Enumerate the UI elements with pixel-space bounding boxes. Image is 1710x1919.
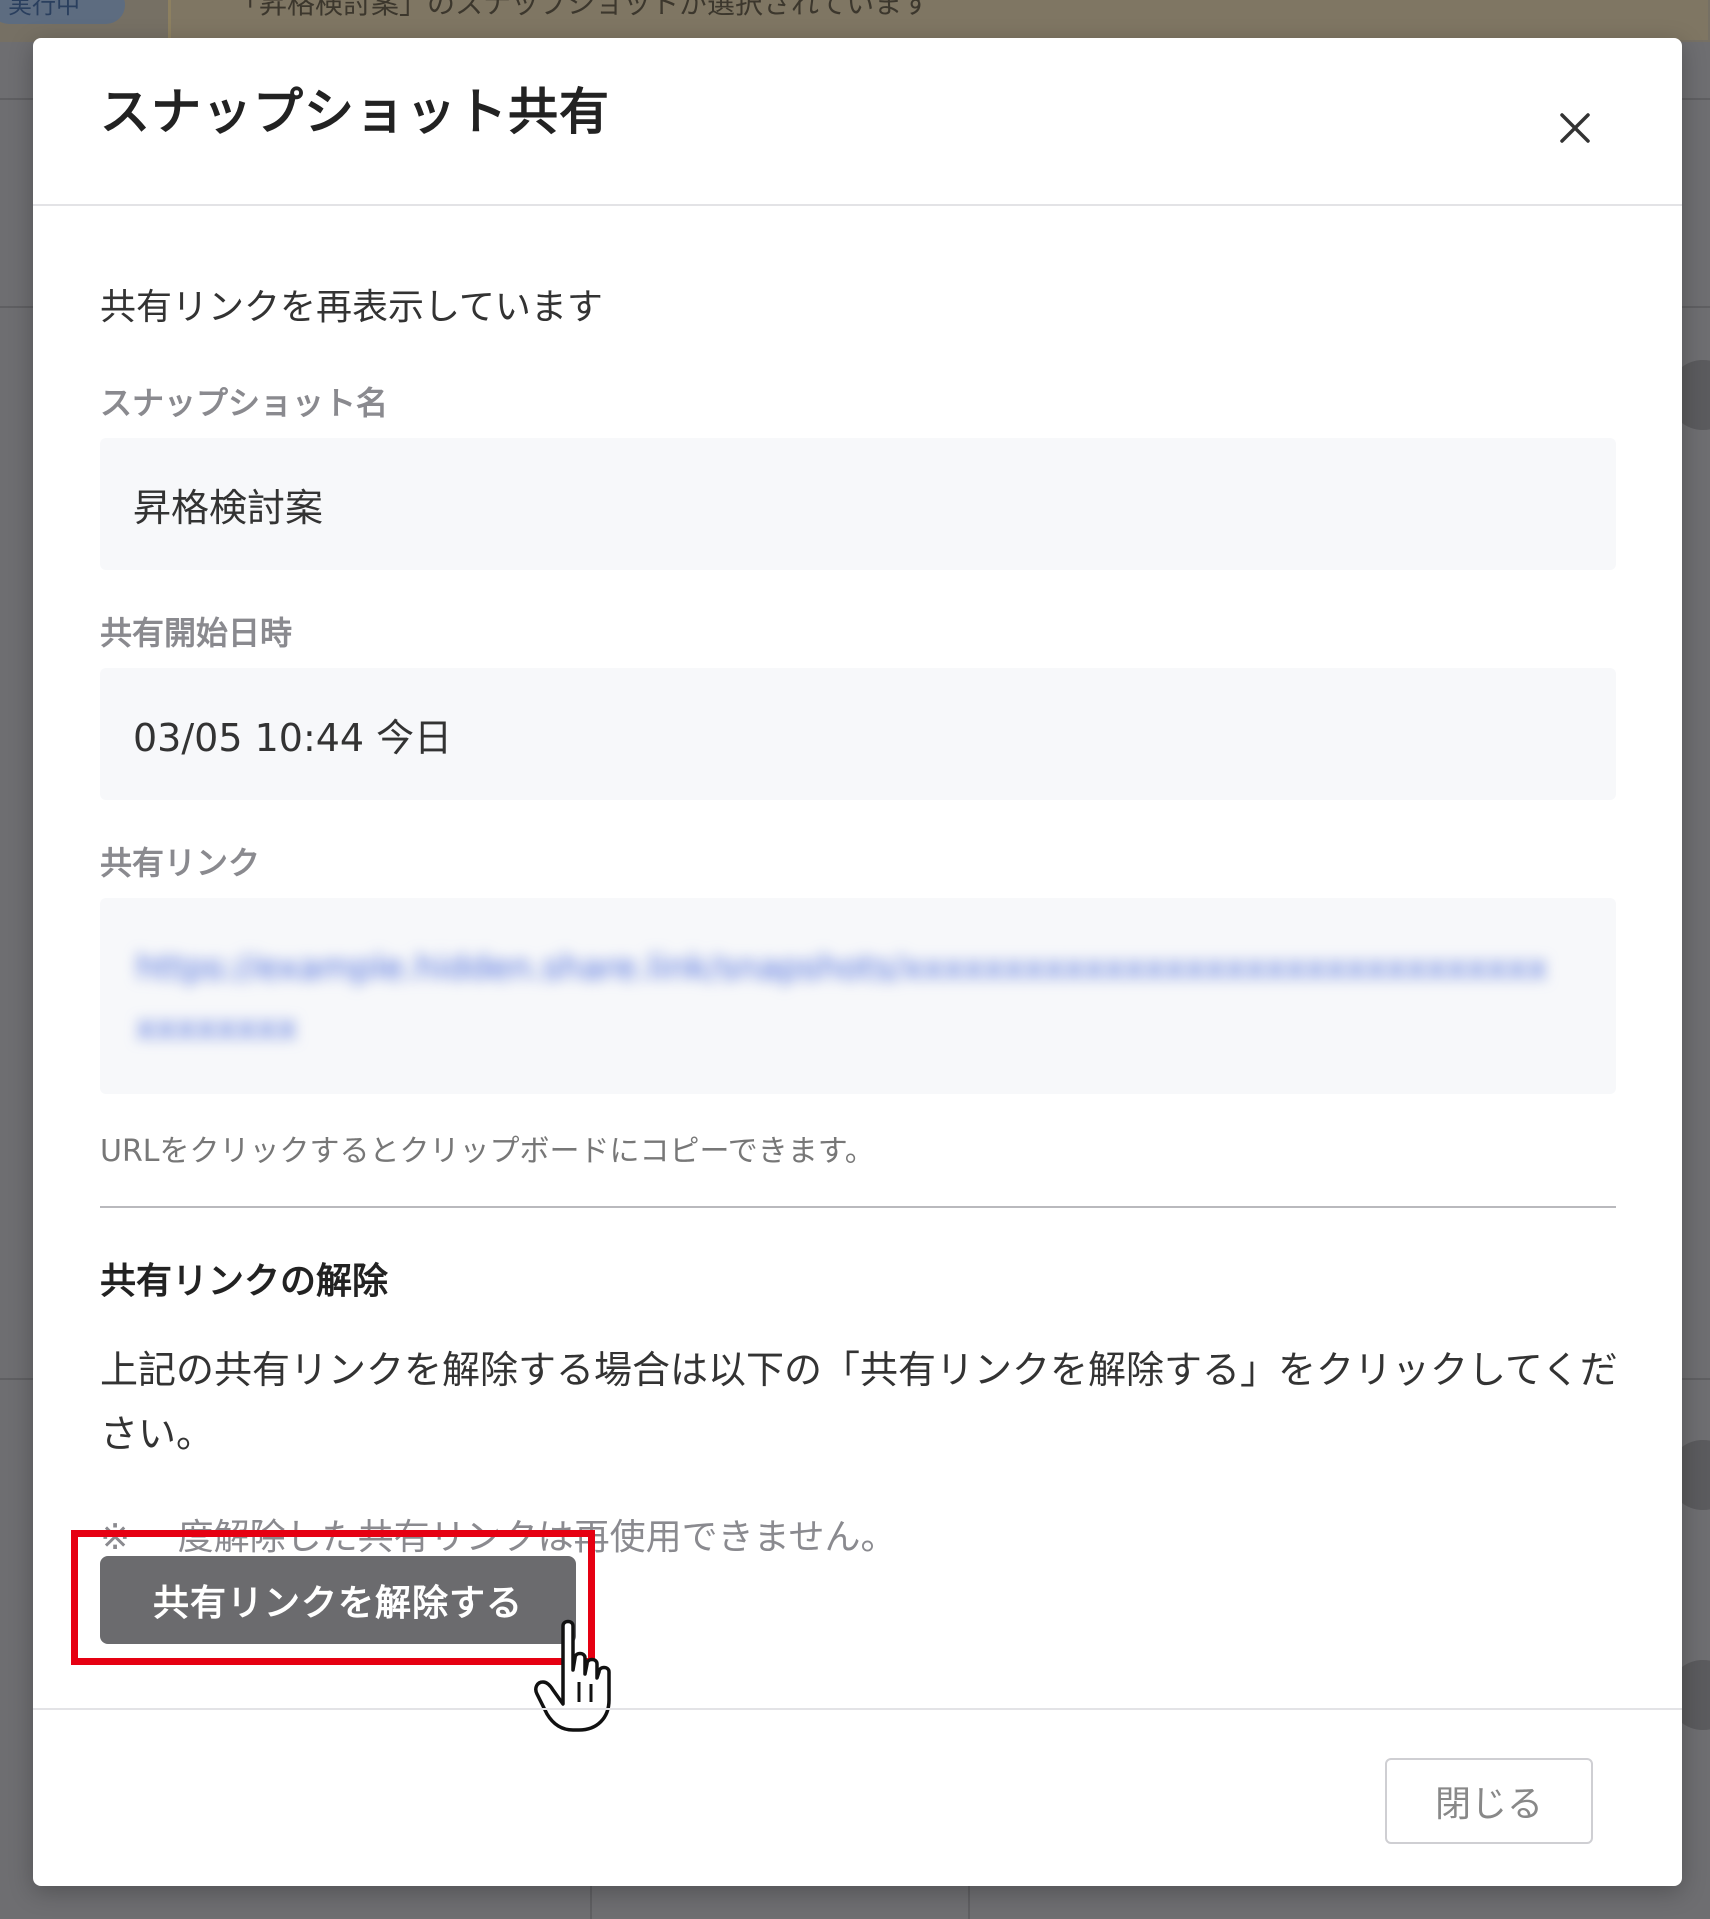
copy-hint: URLをクリックするとクリップボードにコピーできます。 <box>100 1134 875 1169</box>
share-link-box[interactable]: https://example.hidden.share.link/snapsh… <box>100 898 1616 1094</box>
background-status-badge: 実行中 <box>0 0 125 24</box>
hand-cursor-icon <box>534 1619 611 1732</box>
snapshot-name-value: 昇格検討案 <box>100 438 1616 570</box>
revoke-link-button[interactable]: 共有リンクを解除する <box>100 1556 576 1644</box>
snapshot-name-label: スナップショット名 <box>100 384 389 422</box>
start-datetime-label: 共有開始日時 <box>100 614 293 652</box>
footer-divider <box>33 1708 1682 1710</box>
share-link-label: 共有リンク <box>100 844 261 882</box>
share-link-url[interactable]: https://example.hidden.share.link/snapsh… <box>136 938 1556 1058</box>
start-datetime-value: 03/05 10:44 今日 <box>100 668 1616 800</box>
snapshot-share-dialog: スナップショット共有 共有リンクを再表示しています スナップショット名 昇格検討… <box>33 38 1682 1886</box>
close-icon[interactable] <box>1545 98 1605 158</box>
dialog-header: スナップショット共有 <box>33 38 1682 206</box>
background-notice: 「昇格検討案」のスナップショットが選択されています <box>168 0 1708 40</box>
revoke-section-title: 共有リンクの解除 <box>100 1261 389 1302</box>
dialog-title: スナップショット共有 <box>100 83 610 141</box>
close-button[interactable]: 閉じる <box>1385 1758 1593 1844</box>
revoke-description: 上記の共有リンクを解除する場合は以下の「共有リンクを解除する」をクリックしてくだ… <box>100 1348 1618 1456</box>
section-divider <box>100 1206 1616 1208</box>
dialog-intro: 共有リンクを再表示しています <box>100 287 603 328</box>
